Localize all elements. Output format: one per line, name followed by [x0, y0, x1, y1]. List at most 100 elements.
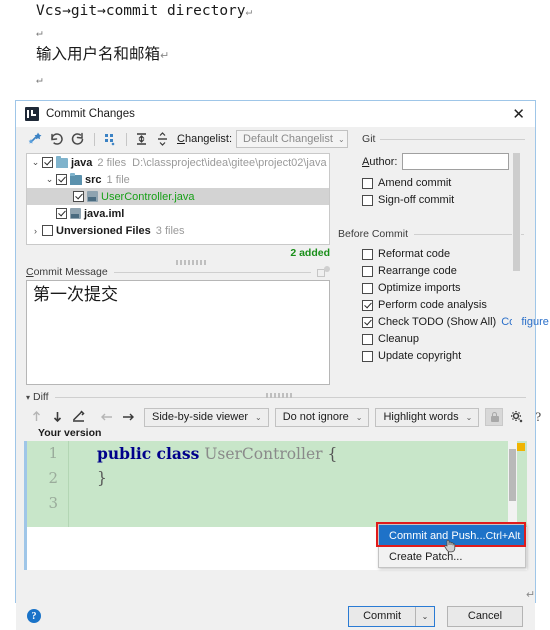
group-by-icon[interactable]: [100, 130, 119, 148]
commit-split-button[interactable]: Commit ⌄: [348, 605, 435, 627]
diff-help-icon[interactable]: ?: [535, 409, 541, 425]
highlight-mode-dropdown[interactable]: Highlight words ⌄: [375, 407, 480, 427]
checkbox-reformat-code[interactable]: Reformat code: [362, 248, 524, 260]
lock-icon[interactable]: [485, 408, 504, 426]
checkbox-box[interactable]: [362, 350, 373, 362]
author-row: Author:: [362, 153, 524, 170]
options-panel-scrollbar[interactable]: [512, 153, 521, 393]
ignore-mode-dropdown[interactable]: Do not ignore ⌄: [274, 407, 370, 427]
folder-icon: [56, 155, 68, 168]
code-brace: }: [97, 469, 107, 487]
twisty-icon[interactable]: ›: [29, 226, 42, 236]
code-line: public class UserController {: [75, 441, 527, 466]
checkbox-amend-commit[interactable]: Amend commit: [362, 177, 524, 189]
trailing-pilcrow: ↵: [526, 589, 536, 601]
checkbox-label: Optimize imports: [378, 282, 461, 294]
tree-row[interactable]: java.iml: [27, 205, 329, 222]
file-checkbox[interactable]: [42, 225, 53, 236]
code-classname: UserController: [199, 445, 323, 463]
checkbox-box[interactable]: [362, 333, 373, 345]
commit-toolbar: Changelist: Default Changelist ⌄ Git: [16, 127, 535, 151]
tree-node-meta: 3 files: [155, 224, 185, 237]
checkbox-cleanup[interactable]: Cleanup: [362, 333, 524, 345]
before-commit-title: Before Commit: [338, 228, 409, 240]
author-field[interactable]: [402, 153, 510, 170]
checkbox-box[interactable]: [362, 194, 373, 206]
twisty-icon[interactable]: ⌄: [29, 157, 42, 168]
previous-difference-icon[interactable]: [26, 408, 47, 426]
checkbox-box[interactable]: [362, 299, 373, 311]
edit-source-icon[interactable]: [68, 408, 89, 426]
dialog-bottom-bar: ? Commit ⌄ Cancel: [16, 602, 535, 630]
changelist-label: Changelist:: [177, 133, 233, 145]
file-checkbox[interactable]: [73, 191, 84, 202]
editor-warning-marker[interactable]: [517, 443, 525, 451]
cancel-button[interactable]: Cancel: [447, 605, 523, 627]
git-group-rule: [380, 138, 525, 140]
file-checkbox[interactable]: [56, 174, 67, 185]
scrollbar-thumb[interactable]: [513, 153, 520, 271]
java-module-icon: [70, 208, 81, 219]
menu-item-commit-and-push[interactable]: Commit and Push... Ctrl+Alt: [379, 525, 525, 546]
editor-scrollbar[interactable]: [508, 441, 517, 527]
commit-message-history-icon[interactable]: [317, 265, 330, 279]
dialog-title: Commit Changes: [46, 108, 135, 120]
checkbox-sign-off-commit[interactable]: Sign-off commit: [362, 194, 524, 206]
commit-dropdown-arrow-icon[interactable]: ⌄: [416, 607, 434, 626]
editor-code-area[interactable]: public class UserController { }: [75, 441, 527, 527]
menu-item-create-patch[interactable]: Create Patch...: [379, 546, 525, 567]
expand-all-icon[interactable]: [132, 130, 151, 148]
accept-left-icon[interactable]: [97, 408, 118, 426]
accept-right-icon[interactable]: [118, 408, 139, 426]
checkbox-rearrange-code[interactable]: Rearrange code: [362, 265, 524, 277]
commit-message-input[interactable]: 第一次提交: [26, 280, 330, 385]
changed-files-tree[interactable]: ⌄ java 2 files D:\classproject\idea\gite…: [26, 153, 330, 245]
checkbox-check-todo[interactable]: Check TODO (Show All) Configure: [362, 316, 549, 328]
diff-splitter-handle[interactable]: [266, 393, 292, 398]
refresh-icon[interactable]: [68, 130, 87, 148]
chevron-down-icon[interactable]: ▾: [26, 393, 30, 402]
configure-link[interactable]: Configure: [501, 316, 549, 328]
code-line: }: [75, 466, 527, 491]
revert-icon[interactable]: [47, 130, 66, 148]
dialog-titlebar: Commit Changes ✕: [16, 101, 535, 127]
checkbox-box[interactable]: [362, 248, 373, 260]
close-icon[interactable]: ✕: [508, 107, 529, 122]
checkbox-update-copyright[interactable]: Update copyright: [362, 350, 524, 362]
tree-node-meta: 2 files: [97, 156, 127, 169]
file-checkbox[interactable]: [42, 157, 53, 168]
ignore-mode-value: Do not ignore: [282, 411, 349, 423]
editor-gutter: 1 2 3: [27, 441, 69, 527]
checkbox-box[interactable]: [362, 265, 373, 277]
collapse-all-icon[interactable]: [153, 130, 172, 148]
show-diff-icon[interactable]: [26, 130, 45, 148]
tree-node-name: src: [85, 173, 102, 186]
code-brace: {: [322, 445, 338, 463]
checkbox-box[interactable]: [362, 177, 373, 189]
viewer-mode-dropdown[interactable]: Side-by-side viewer ⌄: [144, 407, 269, 427]
commit-options-panel: Author: Amend commit Sign-off commit Bef…: [338, 153, 549, 393]
help-icon[interactable]: ?: [27, 609, 41, 623]
tree-row[interactable]: UserController.java: [27, 188, 329, 205]
checkbox-optimize-imports[interactable]: Optimize imports: [362, 282, 524, 294]
scrollbar-thumb[interactable]: [509, 449, 516, 501]
tree-row[interactable]: › Unversioned Files 3 files: [27, 222, 329, 239]
next-difference-icon[interactable]: [47, 408, 68, 426]
checkbox-box[interactable]: [362, 316, 373, 328]
gear-icon[interactable]: [507, 408, 527, 426]
changelist-dropdown[interactable]: Default Changelist ⌄: [236, 130, 349, 148]
commit-button[interactable]: Commit: [349, 606, 416, 626]
line-number: 3: [48, 494, 58, 512]
diff-code-editor[interactable]: 1 2 3 public class UserController { }: [24, 441, 527, 527]
your-version-label: Your version: [38, 427, 102, 439]
tree-row[interactable]: ⌄ java 2 files D:\classproject\idea\gite…: [27, 154, 329, 171]
checkbox-perform-code-analysis[interactable]: Perform code analysis: [362, 299, 524, 311]
twisty-icon[interactable]: ⌄: [43, 174, 56, 185]
checkbox-box[interactable]: [362, 282, 373, 294]
doc-heading-line-1: Vcs→git→commit directory↵: [36, 3, 253, 19]
tree-row[interactable]: ⌄ src 1 file: [27, 171, 329, 188]
file-checkbox[interactable]: [56, 208, 67, 219]
commit-context-menu[interactable]: Commit and Push... Ctrl+Alt Create Patch…: [378, 524, 526, 568]
line-number: 1: [48, 444, 58, 462]
